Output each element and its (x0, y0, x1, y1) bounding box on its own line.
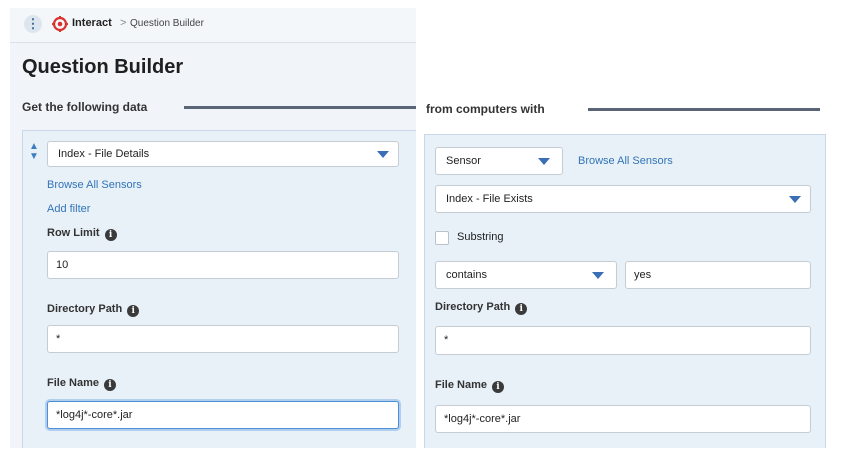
browse-all-sensors-link[interactable]: Browse All Sensors (47, 179, 142, 191)
info-icon[interactable]: i (127, 305, 140, 317)
directory-path-label-text: Directory Path (47, 303, 123, 315)
operator-select[interactable]: contains (435, 261, 617, 289)
filter-card: Sensor Browse All Sensors Index - File E… (424, 134, 826, 448)
info-icon[interactable]: i (491, 381, 504, 393)
caret-down-icon (377, 151, 389, 158)
sensor-select-value: Index - File Details (58, 148, 150, 160)
substring-label: Substring (457, 231, 504, 243)
page-title: Question Builder (22, 56, 184, 78)
drag-sort-icon[interactable]: ▲ ▼ (29, 142, 39, 162)
value-input[interactable]: yes (625, 261, 811, 289)
info-icon[interactable]: i (515, 303, 528, 315)
breadcrumb-page: Question Builder (130, 18, 204, 29)
tanium-logo-icon (52, 16, 68, 32)
row-limit-input[interactable]: 10 (47, 251, 399, 279)
file-name-label: File Name i (47, 377, 116, 391)
kebab-icon[interactable]: ⋮ (24, 15, 42, 33)
breadcrumb-separator: > (120, 17, 127, 29)
file-name-value: *log4j*-core*.jar (56, 409, 133, 421)
substring-checkbox[interactable] (435, 231, 449, 245)
directory-path-label-text: Directory Path (435, 301, 511, 313)
get-data-section-label: Get the following data (22, 100, 148, 114)
file-name-input[interactable]: *log4j*-core*.jar (435, 405, 811, 433)
sensor-select[interactable]: Index - File Exists (435, 185, 811, 213)
info-icon[interactable]: i (104, 229, 117, 241)
file-name-label: File Name i (435, 379, 504, 393)
right-panel: from computers with Sensor Browse All Se… (422, 90, 842, 448)
get-data-card: ▲ ▼ Index - File Details Browse All Senso… (22, 130, 416, 448)
browse-all-sensors-link[interactable]: Browse All Sensors (578, 155, 673, 167)
info-icon[interactable]: i (103, 379, 116, 391)
directory-path-label: Directory Path i (47, 303, 140, 317)
add-filter-link[interactable]: Add filter (47, 203, 90, 215)
breadcrumb-app[interactable]: Interact (72, 17, 112, 29)
directory-path-input[interactable]: * (47, 325, 399, 353)
caret-down-icon (592, 272, 604, 279)
filter-type-value: Sensor (446, 155, 481, 167)
sensor-select[interactable]: Index - File Details (47, 141, 399, 167)
directory-path-label: Directory Path i (435, 301, 528, 315)
section-divider (184, 106, 416, 109)
file-name-label-text: File Name (435, 379, 487, 391)
caret-down-icon (538, 158, 550, 165)
directory-path-value: * (444, 334, 449, 346)
filter-type-select[interactable]: Sensor (435, 147, 563, 175)
file-name-value: *log4j*-core*.jar (444, 413, 521, 425)
sensor-select-value: Index - File Exists (446, 193, 533, 205)
top-bar: ⋮ Interact > Question Builder (10, 8, 416, 43)
row-limit-label: Row Limit i (47, 227, 117, 241)
operator-value: contains (446, 269, 487, 281)
from-computers-section-label: from computers with (426, 102, 545, 116)
value-input-text: yes (634, 269, 652, 281)
directory-path-value: * (56, 333, 61, 345)
row-limit-label-text: Row Limit (47, 227, 100, 239)
row-limit-value: 10 (56, 259, 69, 271)
section-divider (588, 108, 820, 111)
directory-path-input[interactable]: * (435, 326, 811, 355)
caret-down-icon (789, 196, 801, 203)
left-panel: ⋮ Interact > Question Builder Question B… (10, 8, 416, 448)
file-name-label-text: File Name (47, 377, 99, 389)
file-name-input[interactable]: *log4j*-core*.jar (47, 401, 399, 429)
